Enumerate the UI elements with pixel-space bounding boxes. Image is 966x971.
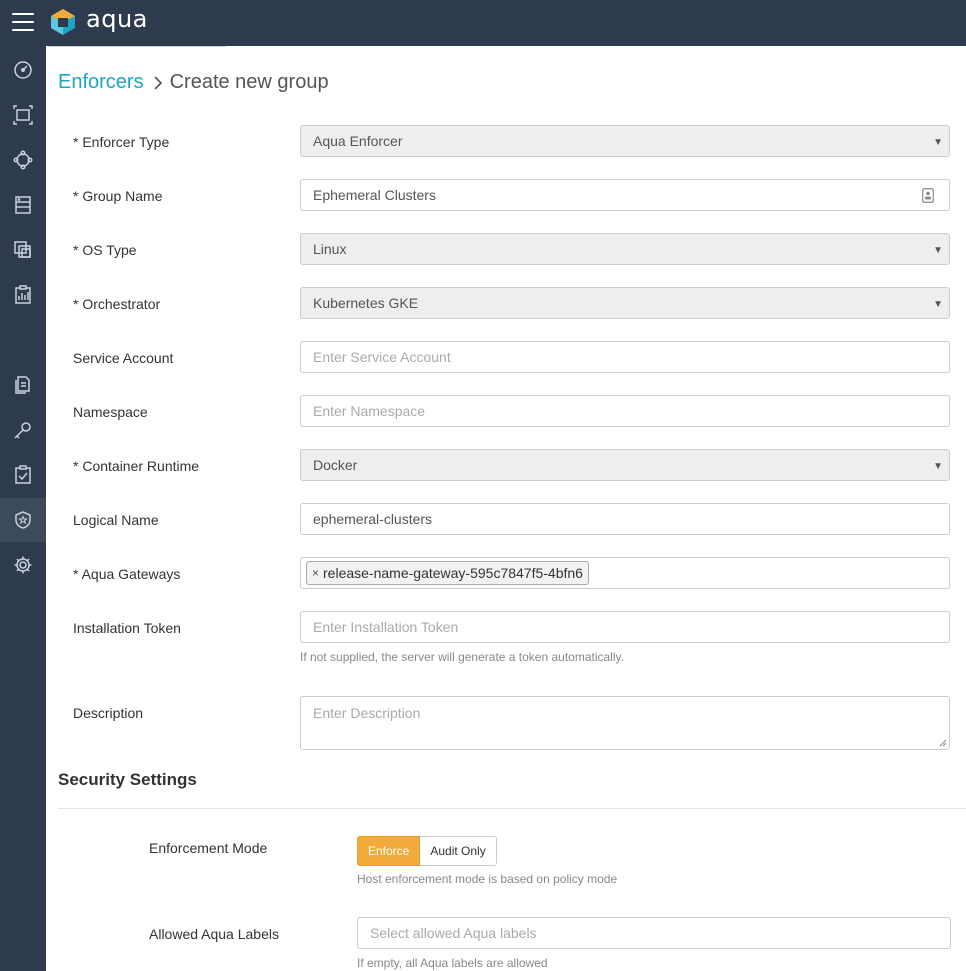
sidebar-item-images[interactable] [0,93,46,137]
allowed-labels-label: Allowed Aqua Labels [149,926,279,942]
logical-name-field[interactable] [300,503,950,535]
breadcrumb-enforcers-link[interactable]: Enforcers [58,71,144,94]
enforcer-type-value: Aqua Enforcer [313,133,403,149]
dashboard-icon [14,61,32,79]
remove-tag-icon[interactable]: × [312,566,319,580]
sidebar-item-dashboard[interactable] [0,48,46,92]
caret-down-icon: ▼ [933,299,943,310]
enforcement-mode-label: Enforcement Mode [149,840,268,856]
sidebar-item-settings[interactable] [0,543,46,587]
aqua-gateways-label: * Aqua Gateways [73,566,181,582]
container-runtime-value: Docker [313,457,358,473]
aqua-logo-icon [51,9,75,35]
documents-icon [15,376,30,394]
checklist-icon [15,465,31,484]
enforcer-type-label: * Enforcer Type [73,134,170,150]
sidebar-item-compliance[interactable] [0,453,46,497]
os-type-value: Linux [313,241,347,257]
service-account-input[interactable] [313,349,937,365]
scan-icon [13,105,33,125]
namespace-label: Namespace [73,404,148,420]
os-type-select[interactable]: Linux ▼ [300,233,950,265]
sidebar [0,46,46,971]
page-title: Create new group [169,71,329,93]
description-label: Description [73,705,144,721]
orchestrator-label: * Orchestrator [73,296,161,312]
enforcement-mode-help: Host enforcement mode is based on policy… [357,872,618,886]
sidebar-item-containers[interactable] [0,228,46,272]
container-runtime-label: * Container Runtime [73,458,200,474]
server-icon [15,196,31,214]
description-textarea[interactable] [313,705,937,741]
os-type-label: * OS Type [73,242,137,258]
installation-token-input[interactable] [313,619,937,635]
group-name-label: * Group Name [73,188,163,204]
aqua-gateways-multiselect[interactable]: × release-name-gateway-595c7847f5-4bfn6 [300,557,950,589]
namespace-input[interactable] [313,403,937,419]
orchestrator-select[interactable]: Kubernetes GKE ▼ [300,287,950,319]
app-name[interactable]: aqua [86,5,148,33]
chevron-right-icon [154,75,162,90]
top-bar: aqua [0,0,966,46]
tab-underline [48,46,226,47]
allowed-labels-help: If empty, all Aqua labels are allowed [357,956,548,970]
network-icon [13,150,33,170]
service-account-label: Service Account [73,350,174,366]
gear-icon [14,556,32,574]
menu-icon[interactable] [12,13,34,31]
logical-name-label: Logical Name [73,512,159,528]
namespace-field[interactable] [300,395,950,427]
gateway-tag-label: release-name-gateway-595c7847f5-4bfn6 [323,565,583,581]
service-account-field[interactable] [300,341,950,373]
caret-down-icon: ▼ [933,245,943,256]
shield-icon [15,511,31,529]
enforcer-type-select[interactable]: Aqua Enforcer ▼ [300,125,950,157]
group-name-field[interactable] [300,179,950,211]
key-icon [14,422,31,439]
sidebar-item-workloads[interactable] [0,138,46,182]
report-icon [15,285,31,304]
audit-only-button[interactable]: Audit Only [420,836,497,866]
enforce-button[interactable]: Enforce [357,836,421,866]
installation-token-help: If not supplied, the server will generat… [300,650,624,664]
security-settings-title: Security Settings [58,770,197,789]
allowed-labels-input[interactable] [370,925,938,941]
sidebar-item-enforcers[interactable] [0,498,46,542]
installation-token-label: Installation Token [73,620,181,636]
installation-token-field[interactable] [300,611,950,643]
sidebar-item-policies[interactable] [0,363,46,407]
allowed-labels-select[interactable] [357,917,951,949]
sidebar-item-reports[interactable] [0,273,46,317]
orchestrator-value: Kubernetes GKE [313,295,419,311]
contact-card-icon [922,188,934,203]
caret-down-icon: ▼ [933,461,943,472]
logical-name-input[interactable] [313,511,937,527]
group-name-input[interactable] [313,187,937,203]
main-content: Enforcers Create new group * Enforcer Ty… [46,46,966,971]
section-divider [58,808,966,809]
caret-down-icon: ▼ [933,137,943,148]
enforcement-mode-toggle: Enforce Audit Only [357,836,497,866]
breadcrumb: Enforcers Create new group [58,71,329,94]
layers-icon [14,241,31,258]
resize-handle-icon[interactable] [939,739,947,747]
sidebar-item-hosts[interactable] [0,183,46,227]
gateway-tag: × release-name-gateway-595c7847f5-4bfn6 [306,561,589,585]
sidebar-item-secrets[interactable] [0,408,46,452]
container-runtime-select[interactable]: Docker ▼ [300,449,950,481]
description-field[interactable] [300,696,950,750]
